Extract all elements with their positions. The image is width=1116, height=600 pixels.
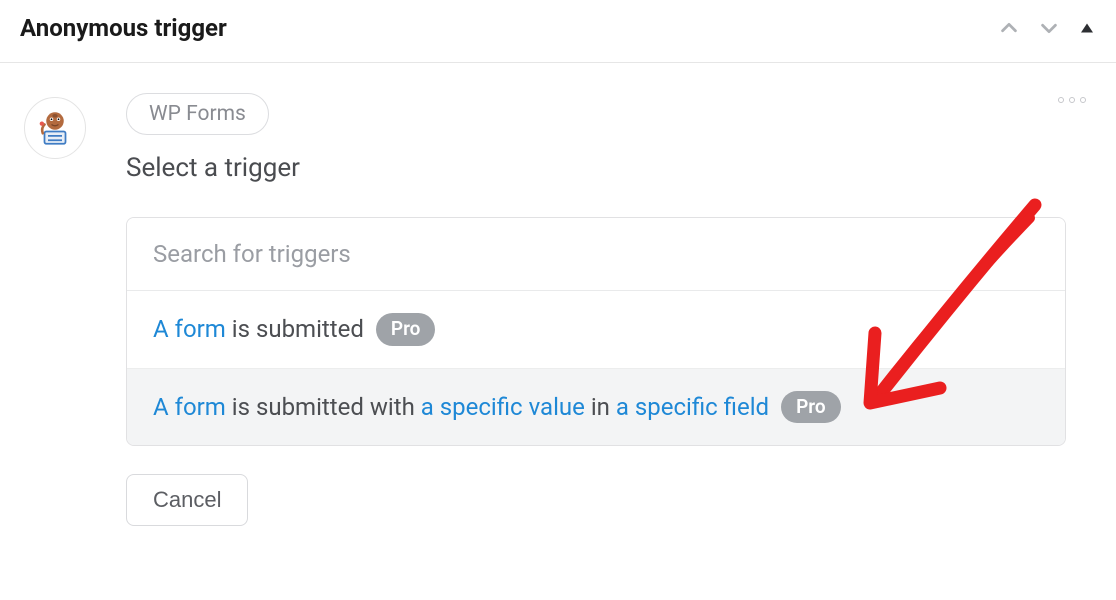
- chevron-up-icon[interactable]: [998, 17, 1020, 39]
- search-input[interactable]: Search for triggers: [127, 218, 1065, 291]
- content-area: WP Forms Select a trigger Search for tri…: [0, 63, 1116, 526]
- trigger-option[interactable]: A form is submitted with a specific valu…: [127, 369, 1065, 446]
- integration-chip-label: WP Forms: [149, 102, 246, 126]
- main-panel: WP Forms Select a trigger Search for tri…: [126, 93, 1092, 526]
- trigger-option-text: A form is submitted with a specific valu…: [153, 393, 769, 421]
- cancel-button[interactable]: Cancel: [126, 474, 248, 526]
- panel-header: Anonymous trigger: [0, 0, 1116, 63]
- integration-avatar: [24, 97, 86, 159]
- wpforms-logo-icon: [34, 107, 76, 149]
- trigger-dropdown: Search for triggers A form is submitted P…: [126, 217, 1066, 446]
- collapse-triangle-icon[interactable]: [1078, 19, 1096, 37]
- integration-chip[interactable]: WP Forms: [126, 93, 269, 135]
- chevron-down-icon[interactable]: [1038, 17, 1060, 39]
- pro-badge: Pro: [376, 313, 436, 346]
- trigger-option-text: A form is submitted: [153, 315, 364, 343]
- pro-badge: Pro: [781, 391, 841, 424]
- panel-title: Anonymous trigger: [20, 14, 227, 42]
- section-label: Select a trigger: [126, 153, 1092, 183]
- more-options-icon[interactable]: [1052, 93, 1092, 107]
- header-controls: [998, 17, 1096, 39]
- trigger-option[interactable]: A form is submitted Pro: [127, 291, 1065, 369]
